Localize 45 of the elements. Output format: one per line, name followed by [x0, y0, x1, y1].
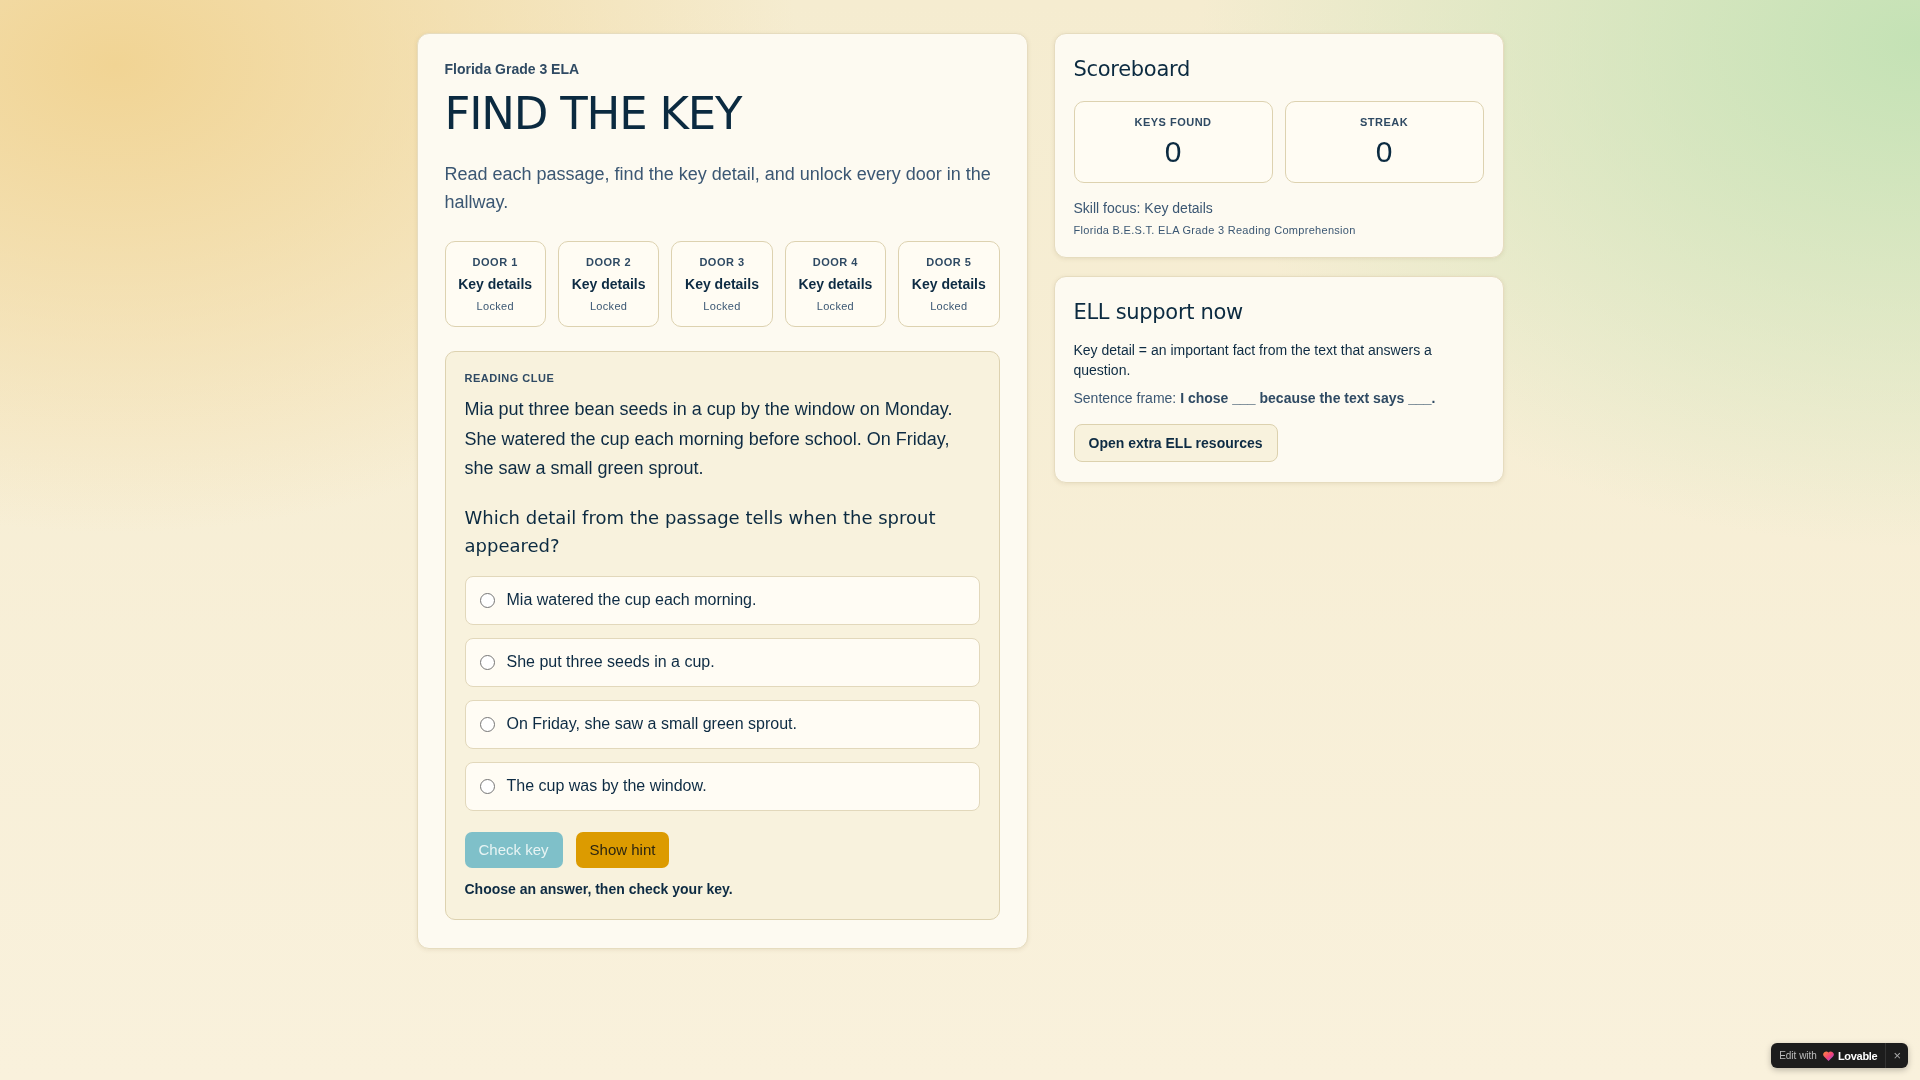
resources-button[interactable]: Open extra ELL resources: [1073, 424, 1278, 462]
skill-label: Key details: [685, 275, 759, 293]
definition-text: Key detail = an important fact from the text that answers a question.: [1073, 341, 1433, 380]
standard-text: Florida B.E.S.T. ELA Grade 3 Reading Comprehension: [1073, 223, 1357, 237]
answer-option[interactable]: On Friday, she saw a small green sprout.: [464, 699, 980, 749]
radio-button[interactable]: [479, 592, 495, 608]
door-status: Locked: [703, 299, 741, 313]
skill-focus-text: Skill focus: Key details: [1073, 200, 1214, 217]
subject-label: Florida Grade 3 ELA: [444, 61, 581, 78]
stat-value: 0: [1164, 135, 1182, 169]
intro-text: Read each passage, find the key detail, and unlock every door in the hallway.: [444, 163, 992, 214]
card-title: Scoreboard: [1073, 56, 1191, 83]
card-title: ELL support now: [1073, 299, 1244, 326]
skill-label: Key details: [911, 275, 986, 293]
stat-label: KEYS FOUND: [1134, 115, 1212, 129]
skill-label: Key details: [571, 275, 646, 293]
door-label: DOOR 5: [926, 255, 972, 269]
stat-value: 0: [1375, 135, 1393, 169]
feedback-text: Choose an answer, then check your key.: [464, 880, 734, 898]
radio-button[interactable]: [479, 716, 495, 732]
door-label: DOOR 1: [472, 255, 518, 269]
door-status: Locked: [816, 299, 855, 313]
hint-button[interactable]: Show hint: [575, 831, 670, 868]
door-label: DOOR 2: [586, 255, 632, 269]
radio-button[interactable]: [479, 654, 495, 670]
answer-option[interactable]: The cup was by the window.: [464, 761, 980, 811]
section-label: READING CLUE: [464, 371, 556, 385]
answer-option[interactable]: Mia watered the cup each morning.: [464, 575, 980, 625]
sentence-frame-text: Sentence frame: I chose ___ because the text says ___.: [1073, 389, 1437, 408]
question-text: Which detail from the passage tells when the sprout appeared?: [464, 505, 937, 558]
edit-link[interactable]: Edit with Lovable: [1771, 1043, 1886, 1068]
page-title: FIND THE KEY: [444, 90, 744, 138]
answer-option[interactable]: She put three seeds in a cup.: [464, 637, 980, 687]
stat-label: STREAK: [1359, 115, 1409, 129]
close-button[interactable]: ×: [1885, 1043, 1908, 1068]
door-label: DOOR 4: [812, 255, 858, 269]
passage-text: Mia put three bean seeds in a cup by the window on Monday. She watered the cup each morning before school. On Friday, she saw a small green sprout.: [464, 398, 954, 480]
door-status: Locked: [476, 299, 514, 313]
heart-icon: [1822, 1050, 1834, 1061]
door-label: DOOR 3: [699, 255, 745, 269]
skill-label: Key details: [798, 275, 873, 293]
door-status: Locked: [589, 299, 628, 313]
door-status: Locked: [930, 299, 968, 313]
radio-button[interactable]: [479, 778, 495, 794]
skill-label: Key details: [458, 275, 533, 293]
